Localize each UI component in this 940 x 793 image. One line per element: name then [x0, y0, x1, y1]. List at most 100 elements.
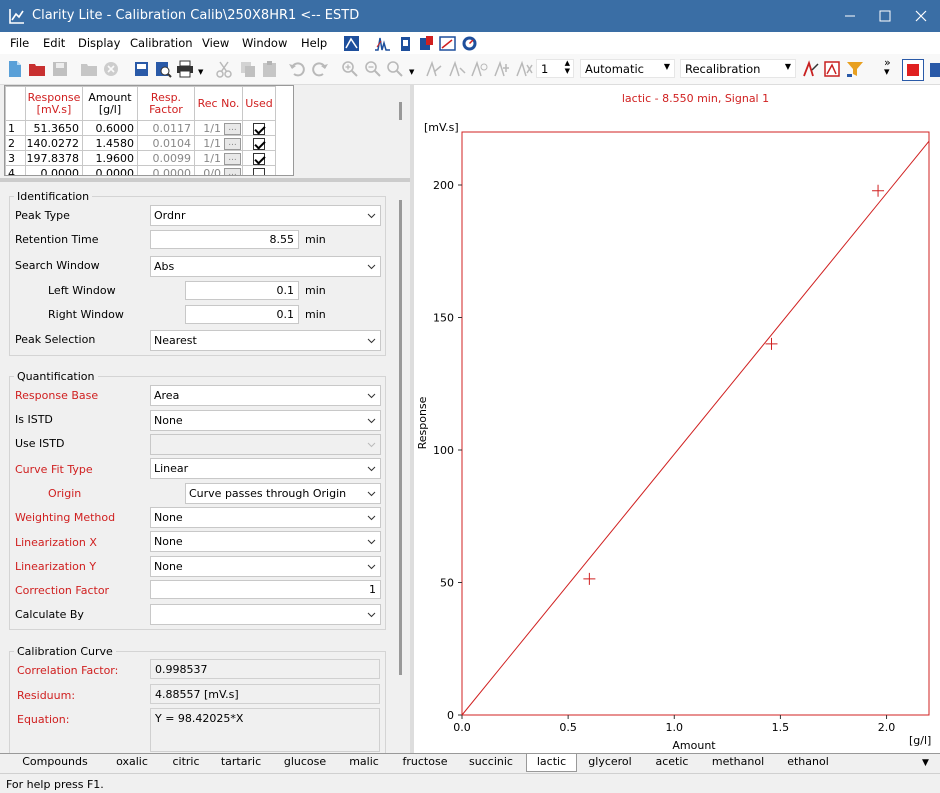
menu-view[interactable]: View: [202, 36, 229, 50]
peak-type-dropdown[interactable]: Ordnr: [150, 205, 381, 226]
print-preview-icon[interactable]: [133, 60, 151, 78]
zoom-icon[interactable]: [386, 60, 404, 78]
response-cell[interactable]: 140.0272: [25, 135, 83, 151]
menu-display[interactable]: Display: [78, 36, 120, 50]
rec-no-header[interactable]: Rec No.: [194, 86, 243, 121]
amount-cell[interactable]: 0.0000: [82, 165, 138, 175]
resp-factor-header[interactable]: Resp. Factor: [137, 86, 195, 121]
rec-no-browse-button[interactable]: ...: [224, 167, 241, 175]
resp-factor-cell[interactable]: 0.0099: [137, 150, 195, 166]
used-checkbox[interactable]: [253, 122, 265, 135]
amount-cell[interactable]: 1.9600: [82, 150, 138, 166]
level-spinner[interactable]: 1 ▲ ▼: [536, 59, 574, 78]
used-checkbox[interactable]: [253, 152, 265, 165]
data-point-1[interactable]: [583, 572, 596, 585]
zoom-preview-icon[interactable]: [154, 60, 172, 78]
redo-icon[interactable]: [311, 60, 329, 78]
new-icon[interactable]: [6, 60, 24, 78]
data-point-3[interactable]: [872, 184, 885, 197]
menu-window[interactable]: Window: [242, 36, 287, 50]
mode-dropdown[interactable]: Automatic ▼: [580, 59, 675, 78]
correction-factor-input[interactable]: 1: [150, 580, 381, 599]
tab-glycerol[interactable]: glycerol: [580, 754, 640, 772]
tab-citric[interactable]: citric: [163, 754, 209, 772]
spinner-arrows-icon[interactable]: ▲ ▼: [565, 59, 570, 75]
peak-tool-3-icon[interactable]: [471, 60, 489, 78]
right-window-input[interactable]: 0.1: [185, 305, 299, 324]
peak-selection-dropdown[interactable]: Nearest: [150, 330, 381, 351]
stop-button[interactable]: [902, 59, 924, 81]
peak-tool-5-icon[interactable]: [516, 60, 534, 78]
resp-factor-cell[interactable]: 0.0000: [137, 165, 195, 175]
zoom-out-icon[interactable]: [364, 60, 382, 78]
monitor-icon[interactable]: [461, 35, 478, 52]
search-window-dropdown[interactable]: Abs: [150, 256, 381, 277]
used-checkbox[interactable]: [253, 137, 265, 150]
calibration-chart[interactable]: lactic - 8.550 min, Signal 1 [mV.s] [g/l] A…: [414, 85, 940, 753]
is-istd-dropdown[interactable]: None: [150, 410, 381, 431]
zoom-dropdown-icon[interactable]: ▼: [409, 68, 414, 76]
peak-tool-4-icon[interactable]: [494, 60, 512, 78]
origin-dropdown[interactable]: Curve passes through Origin: [185, 483, 381, 504]
rec-no-browse-button[interactable]: ...: [224, 137, 241, 150]
tab-lactic[interactable]: lactic: [526, 754, 577, 772]
weighting-method-dropdown[interactable]: None: [150, 507, 381, 528]
table-row[interactable]: 2 140.0272 1.4580 0.0104 1/1...: [5, 135, 276, 151]
paste-icon[interactable]: [261, 60, 279, 78]
peak-tool-1-icon[interactable]: [426, 60, 444, 78]
report-icon[interactable]: [418, 35, 435, 52]
undo-icon[interactable]: [288, 60, 306, 78]
tab-oxalic[interactable]: oxalic: [106, 754, 158, 772]
zoom-in-icon[interactable]: [341, 60, 359, 78]
print-icon[interactable]: [176, 60, 194, 78]
response-base-dropdown[interactable]: Area: [150, 385, 381, 406]
retention-time-input[interactable]: 8.55: [150, 230, 299, 249]
menu-help[interactable]: Help: [301, 36, 327, 50]
amount-cell[interactable]: 0.6000: [82, 120, 138, 136]
table-row[interactable]: 4 0.0000 0.0000 0.0000 0/0...: [5, 165, 276, 175]
linearization-x-dropdown[interactable]: None: [150, 531, 381, 552]
peak-tool-2-icon[interactable]: [449, 60, 467, 78]
tab-acetic[interactable]: acetic: [647, 754, 697, 772]
amount-cell[interactable]: 1.4580: [82, 135, 138, 151]
amount-header[interactable]: Amount [g/l]: [82, 86, 138, 121]
maximize-button[interactable]: [866, 0, 904, 32]
calculate-by-dropdown[interactable]: [150, 604, 381, 625]
tab-glucose[interactable]: glucose: [276, 754, 334, 772]
table-row[interactable]: 1 51.3650 0.6000 0.0117 1/1...: [5, 120, 276, 136]
tab-ethanol[interactable]: ethanol: [779, 754, 837, 772]
copy-icon[interactable]: [239, 60, 257, 78]
properties-scrollbar[interactable]: [399, 200, 402, 675]
delete-icon[interactable]: [102, 60, 120, 78]
tab-compounds[interactable]: Compounds: [10, 754, 100, 772]
save-icon[interactable]: [51, 60, 69, 78]
chromatogram-icon[interactable]: [374, 35, 391, 52]
recalibrate-icon[interactable]: [802, 60, 820, 78]
toolbar-overflow-icon[interactable]: » ▾: [884, 57, 891, 77]
action-dropdown[interactable]: Recalibration ▼: [680, 59, 796, 78]
sequence-icon[interactable]: [397, 35, 414, 52]
response-cell[interactable]: 197.8378: [25, 150, 83, 166]
resp-factor-cell[interactable]: 0.0104: [137, 135, 195, 151]
minimize-button[interactable]: [831, 0, 869, 32]
linearization-y-dropdown[interactable]: None: [150, 556, 381, 577]
filter-icon[interactable]: [846, 60, 864, 78]
curve-fit-type-dropdown[interactable]: Linear: [150, 458, 381, 479]
table-row[interactable]: 3 197.8378 1.9600 0.0099 1/1...: [5, 150, 276, 166]
response-cell[interactable]: 51.3650: [25, 120, 83, 136]
menu-calibration[interactable]: Calibration: [130, 36, 193, 50]
table-scrollbar[interactable]: [399, 102, 402, 120]
tab-malic[interactable]: malic: [340, 754, 388, 772]
tab-fructose[interactable]: fructose: [394, 754, 456, 772]
menu-file[interactable]: File: [10, 36, 29, 50]
horizontal-splitter[interactable]: [0, 178, 410, 182]
left-window-input[interactable]: 0.1: [185, 281, 299, 300]
response-cell[interactable]: 0.0000: [25, 165, 83, 175]
resp-factor-cell[interactable]: 0.0117: [137, 120, 195, 136]
method-icon[interactable]: [343, 35, 360, 52]
rec-no-browse-button[interactable]: ...: [224, 122, 241, 135]
tab-methanol[interactable]: methanol: [703, 754, 773, 772]
calibration-icon[interactable]: [439, 35, 456, 52]
cut-icon[interactable]: [215, 60, 233, 78]
print-dropdown-icon[interactable]: ▼: [198, 68, 203, 76]
